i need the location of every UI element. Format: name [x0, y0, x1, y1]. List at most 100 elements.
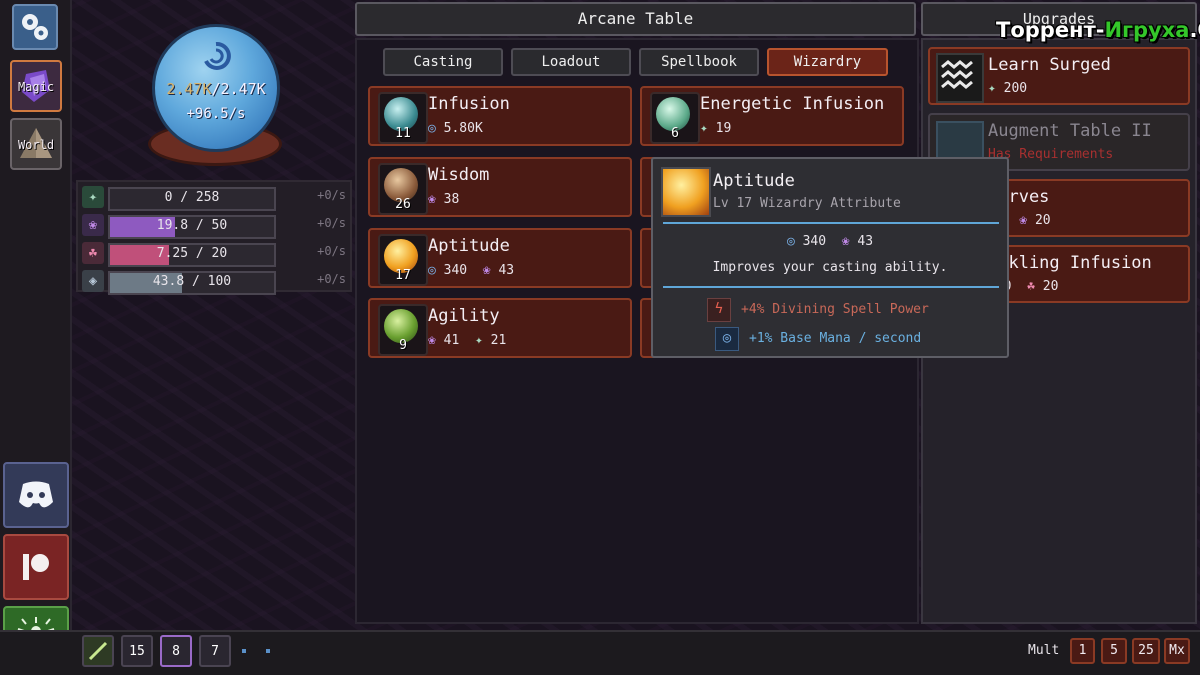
mult-5-button[interactable]: 5 — [1101, 638, 1127, 664]
lotus-icon: ❀ — [82, 214, 104, 236]
card-title: Wisdom — [428, 165, 490, 185]
mana-current: 2.47K — [166, 80, 212, 98]
upgrade-title: Augment Table II — [988, 121, 1152, 141]
dot-indicator — [242, 649, 246, 653]
energetic-infusion-icon: 6 — [650, 92, 700, 144]
cost-value: 21 — [490, 333, 507, 348]
card-title: Aptitude — [428, 236, 510, 256]
discord-button[interactable] — [3, 462, 69, 528]
tooltip-effect-1: +4% Divining Spell Power — [741, 302, 929, 317]
attribute-card-aptitude[interactable]: 17 Aptitude ◎ 340 ❀ 43 — [368, 228, 632, 288]
watermark: Торрент-Игруха.Орг — [996, 18, 1200, 42]
aptitude-tooltip: Aptitude Lv 17 Wizardry Attribute ◎ 340 … — [651, 157, 1009, 358]
mana-icon — [204, 41, 231, 70]
world-tab-button[interactable]: World — [10, 118, 62, 170]
card-level: 11 — [395, 126, 411, 141]
upgrade-learn-surged[interactable]: Learn Surged ✦ 200 — [928, 47, 1190, 105]
attribute-card-agility[interactable]: 9 Agility ❀ 41 ✦ 21 — [368, 298, 632, 358]
lightning-icon: ϟ — [707, 298, 731, 322]
resource-rate: +0/s — [317, 216, 346, 230]
upgrade-title: Learn Surged — [988, 55, 1111, 75]
card-cost: ✦ 19 — [700, 121, 731, 136]
card-level: 6 — [671, 126, 679, 141]
resource-value: 7.25 / 20 — [156, 246, 228, 261]
gears-icon — [22, 14, 48, 40]
card-title: Agility — [428, 306, 500, 326]
shuriken-icon: ✦ — [474, 333, 483, 348]
card-cost: ◎ 340 ❀ 43 — [428, 263, 514, 278]
resource-value: 43.8 / 100 — [152, 274, 232, 289]
rune-slot[interactable]: 8 — [160, 635, 192, 667]
mult-max-button[interactable]: Mx — [1164, 638, 1190, 664]
mult-25-button[interactable]: 25 — [1132, 638, 1160, 664]
resource-bar: 0 / 258 — [108, 187, 276, 211]
resource-row-shuriken: ✦ 0 / 258 +0/s — [80, 184, 350, 211]
cost-value: 5.80K — [443, 121, 483, 136]
tab-casting[interactable]: Casting — [383, 48, 503, 76]
magic-tab-button[interactable]: Magic — [10, 60, 62, 112]
crystal-icon: 7 — [211, 643, 219, 659]
watermark-part: Торрент- — [996, 18, 1105, 42]
cost-value: 38 — [443, 192, 460, 207]
tooltip-subtitle: Lv 17 Wizardry Attribute — [713, 196, 901, 211]
lotus-icon: ❀ — [428, 333, 436, 348]
resource-value: 0 / 258 — [164, 190, 220, 205]
wisdom-icon: 26 — [378, 163, 428, 215]
cost-value: 340 — [802, 234, 827, 249]
tab-spellbook[interactable]: Spellbook — [639, 48, 759, 76]
mult-1-button[interactable]: 1 — [1070, 638, 1095, 664]
arcane-table-header: Arcane Table — [355, 2, 916, 36]
attribute-card-infusion[interactable]: 11 Infusion ◎ 5.80K — [368, 86, 632, 146]
resource-panel: ✦ 0 / 258 +0/s ❀ 19.8 / 50 +0/s ☘ 7.25 /… — [76, 180, 352, 295]
resource-rate: +0/s — [317, 244, 346, 258]
stone-slot[interactable]: 15 — [121, 635, 153, 667]
mana-icon: ◎ — [786, 234, 795, 249]
mult-label: Mult — [1028, 643, 1060, 658]
tooltip-description: Improves your casting ability. — [712, 260, 948, 275]
cube-icon: ◈ — [82, 270, 104, 292]
card-level: 9 — [399, 338, 407, 353]
resource-bar: 7.25 / 20 — [108, 243, 276, 267]
resource-rate: +0/s — [317, 272, 346, 286]
resource-row-cube: ◈ 43.8 / 100 +0/s — [80, 268, 350, 295]
upgrade-cost: ✦ 200 — [988, 81, 1027, 96]
patreon-button[interactable] — [3, 534, 69, 600]
settings-button[interactable] — [12, 4, 58, 50]
triskelion-icon: ☘ — [1027, 279, 1035, 294]
resource-row-triskelion: ☘ 7.25 / 20 +0/s — [80, 240, 350, 267]
crystal-slot[interactable]: 7 — [199, 635, 231, 667]
card-level: 26 — [395, 197, 411, 212]
aptitude-icon — [661, 167, 711, 217]
attribute-card-wisdom[interactable]: 26 Wisdom ❀ 38 — [368, 157, 632, 217]
shuriken-icon: ✦ — [988, 81, 996, 96]
cost-value: 41 — [443, 333, 460, 348]
wand-icon[interactable] — [82, 635, 114, 667]
lotus-icon: ❀ — [841, 234, 850, 249]
mana-icon: ◎ — [428, 263, 436, 278]
mana-icon: ◎ — [428, 121, 436, 136]
cost-value: 20 — [1034, 213, 1051, 228]
card-cost: ❀ 38 — [428, 192, 459, 207]
tooltip-title: Aptitude — [713, 171, 795, 191]
card-cost: ◎ 5.80K — [428, 121, 483, 136]
watermark-part: .Орг — [1189, 18, 1200, 42]
aptitude-icon: 17 — [378, 234, 428, 286]
card-cost: ❀ 41 ✦ 21 — [428, 333, 506, 348]
stone-icon: 15 — [129, 643, 145, 659]
tab-wizardry[interactable]: Wizardry — [767, 48, 888, 76]
mana-rate: +96.5/s — [186, 106, 246, 122]
mana-amount: 2.47K/2.47K — [141, 80, 291, 98]
magic-label: Magic — [17, 80, 55, 94]
mana-separator: / — [211, 80, 221, 98]
rune-icon: 8 — [172, 643, 180, 659]
attribute-card-energetic-infusion[interactable]: 6 Energetic Infusion ✦ 19 — [640, 86, 904, 146]
tab-loadout[interactable]: Loadout — [511, 48, 631, 76]
card-level: 17 — [395, 268, 411, 283]
wave-icon — [936, 53, 984, 103]
patreon-icon — [23, 554, 49, 580]
cost-value: 200 — [1003, 81, 1028, 96]
resource-row-lotus: ❀ 19.8 / 50 +0/s — [80, 212, 350, 239]
agility-icon: 9 — [378, 304, 428, 356]
tooltip-effect-2: +1% Base Mana / second — [749, 331, 922, 346]
lotus-icon: ❀ — [428, 192, 436, 207]
